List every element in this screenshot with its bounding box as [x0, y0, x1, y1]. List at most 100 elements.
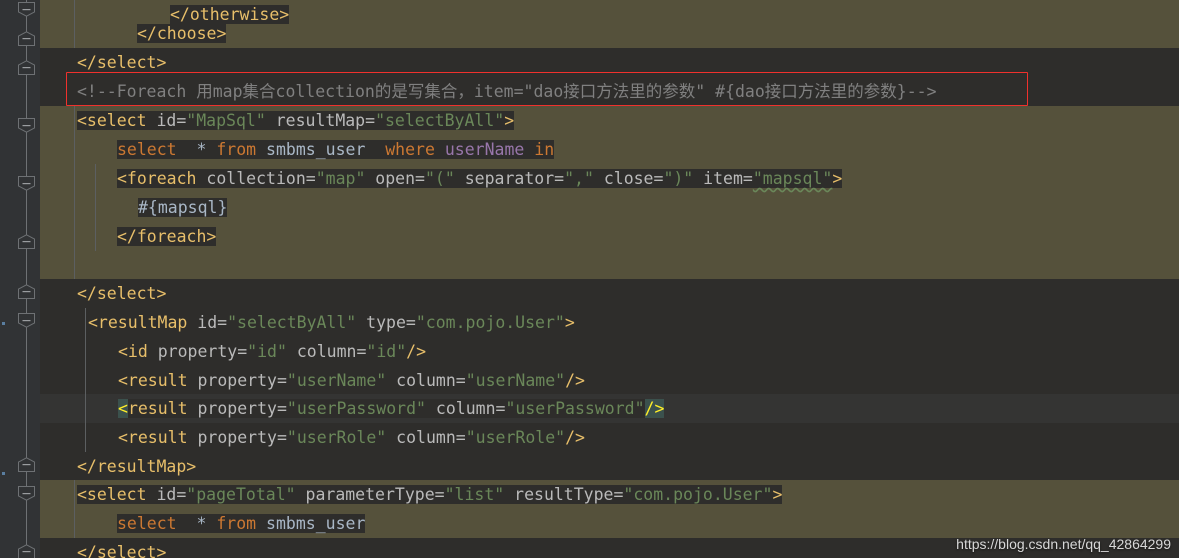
code-token: ")" — [663, 169, 694, 188]
code-token: type — [356, 313, 406, 332]
code-token: open — [365, 169, 416, 188]
code-token: "id" — [247, 342, 287, 361]
code-line[interactable]: select * from smbms_user where userName … — [40, 135, 555, 164]
code-line[interactable]: <!--Foreach 用map集合collection的是写集合，item="… — [40, 77, 937, 106]
code-token: "list" — [444, 485, 505, 504]
fold-start-icon[interactable] — [17, 457, 36, 472]
code-token: "," — [564, 169, 594, 188]
code-line[interactable]: <foreach collection="map" open="(" separ… — [40, 164, 843, 193]
code-token: = — [653, 169, 664, 188]
code-token: * — [196, 140, 207, 159]
code-token: </choose> — [137, 24, 227, 43]
code-token: result — [127, 399, 188, 418]
fold-end-icon[interactable] — [17, 313, 36, 328]
code-line[interactable]: </resultMap> — [40, 452, 197, 481]
code-token: smbms_user — [256, 140, 386, 159]
fold-start-icon[interactable] — [17, 284, 36, 299]
code-line[interactable]: </select> — [40, 538, 167, 558]
code-token: = — [217, 313, 228, 332]
code-token: "userName" — [465, 371, 566, 390]
code-token: close — [593, 169, 654, 188]
code-line[interactable]: </choose> — [40, 19, 227, 48]
code-segment: </choose> — [137, 24, 227, 43]
code-token: parameterType — [295, 485, 435, 504]
code-line[interactable]: <result property="userRole" column="user… — [40, 423, 585, 452]
code-token: "userRole" — [465, 428, 566, 447]
code-token: property — [187, 428, 277, 447]
fold-end-icon[interactable] — [17, 118, 36, 133]
code-token: select — [117, 514, 177, 533]
code-token: > — [504, 111, 515, 130]
code-line[interactable]: <result property="userName" column="user… — [40, 366, 585, 395]
code-segment: <id property="id" column="id"/> — [118, 342, 427, 361]
code-token: from — [216, 140, 257, 159]
fold-start-icon[interactable] — [17, 60, 36, 75]
fold-end-icon[interactable] — [17, 176, 36, 191]
code-token: separator — [454, 169, 555, 188]
code-token: <select — [77, 111, 147, 130]
code-token: "com.pojo.User" — [415, 313, 565, 332]
editor-gutter[interactable] — [0, 0, 40, 558]
code-token: item — [693, 169, 743, 188]
code-token: "selectByAll" — [227, 313, 357, 332]
code-line[interactable]: select * from smbms_user — [40, 509, 366, 538]
code-segment: </foreach> — [117, 227, 217, 246]
code-line[interactable]: </select> — [40, 48, 167, 77]
code-token: = — [495, 399, 506, 418]
code-token: "MapSql" — [186, 111, 266, 130]
code-token: "userName" — [286, 371, 387, 390]
code-token: <foreach — [117, 169, 197, 188]
code-token: "id" — [366, 342, 407, 361]
fold-connector-line — [26, 0, 27, 558]
code-token: "userPassword" — [286, 399, 426, 418]
code-line[interactable]: <result property="userPassword" column="… — [40, 394, 665, 423]
code-line[interactable]: #{mapsql} — [40, 193, 228, 222]
code-line[interactable]: <select id="MapSql" resultMap="selectByA… — [40, 106, 515, 135]
code-token: = — [415, 169, 425, 188]
code-token: "(" — [424, 169, 455, 188]
code-token: "selectByAll" — [375, 111, 505, 130]
code-token: id — [146, 485, 177, 504]
code-token: = — [176, 485, 187, 504]
code-editor[interactable]: </otherwise> </choose> </select> <!--Foreac… — [0, 0, 1179, 558]
code-line[interactable]: <resultMap id="selectByAll" type="com.po… — [40, 308, 575, 337]
code-segment: <result property="userRole" column="user… — [118, 428, 585, 447]
code-token: < — [118, 399, 128, 418]
code-token: where — [385, 140, 435, 159]
fold-end-icon[interactable] — [17, 486, 36, 501]
fold-start-icon[interactable] — [17, 544, 36, 558]
code-segment: <result property="userName" column="user… — [118, 371, 585, 390]
code-token: = — [356, 342, 367, 361]
code-token: </resultMap> — [77, 457, 197, 476]
code-token: > — [772, 485, 783, 504]
code-token: select — [117, 140, 177, 159]
code-token: = — [455, 371, 466, 390]
code-line[interactable]: </foreach> — [40, 222, 217, 251]
code-line[interactable]: </select> — [40, 279, 167, 308]
fold-end-icon[interactable] — [17, 2, 36, 17]
code-token: collection — [196, 169, 306, 188]
code-segment: </select> — [77, 53, 167, 72]
code-line[interactable]: <select id="pageTotal" parameterType="li… — [40, 480, 783, 509]
code-token: = — [237, 342, 248, 361]
code-token: <select — [77, 485, 147, 504]
code-token: "com.pojo.User" — [623, 485, 773, 504]
code-segment: #{mapsql} — [138, 198, 228, 217]
code-token: <result — [118, 428, 188, 447]
code-token: = — [176, 111, 187, 130]
line-band — [40, 251, 1179, 279]
code-token: "mapsql" — [752, 169, 833, 188]
fold-start-icon[interactable] — [17, 234, 36, 249]
code-token: smbms_user — [256, 514, 366, 533]
code-token: resultType — [504, 485, 614, 504]
code-token: = — [405, 313, 416, 332]
error-stripe-mark — [2, 472, 5, 475]
code-token: in — [534, 140, 555, 159]
code-line[interactable]: <id property="id" column="id"/> — [40, 337, 427, 366]
code-token: = — [365, 111, 376, 130]
fold-start-icon[interactable] — [17, 31, 36, 46]
code-line[interactable] — [40, 251, 117, 280]
code-segment: <result property="userPassword" column="… — [118, 399, 665, 418]
